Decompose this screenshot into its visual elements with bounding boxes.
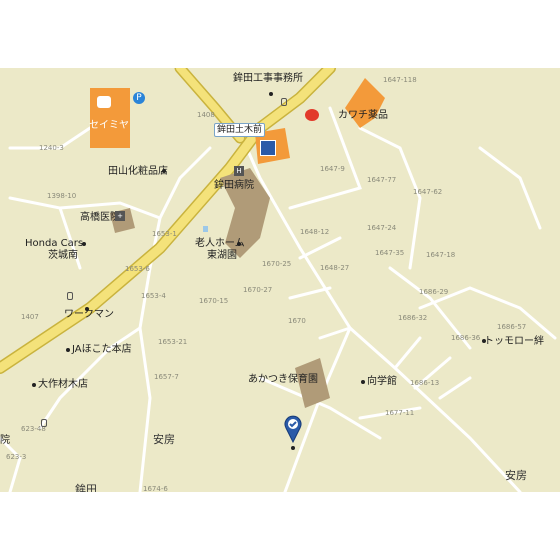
- nursing-home-label-2[interactable]: 東湖園: [207, 250, 237, 262]
- address-1653-21: 1653-21: [158, 338, 188, 346]
- clinic-icon: +: [115, 211, 125, 221]
- address-1686-36: 1686-36: [451, 334, 481, 342]
- poi-dot: [66, 348, 70, 352]
- map-roads: [0, 68, 557, 492]
- poi-dot: [32, 383, 36, 387]
- honda-cars-label[interactable]: Honda Cars: [25, 238, 83, 250]
- address-1653-6: 1653-6: [125, 265, 150, 273]
- address-1670-15: 1670-15: [199, 297, 229, 305]
- poi-dot: [269, 92, 273, 96]
- address-1648-27: 1648-27: [320, 264, 350, 272]
- workman-label[interactable]: ワークマン: [64, 309, 114, 321]
- address-1398-10: 1398-10: [47, 192, 77, 200]
- address-623-3: 623-3: [6, 453, 27, 461]
- address-1686-32: 1686-32: [398, 314, 428, 322]
- hospital-icon: H: [234, 166, 244, 176]
- poi-dot: [162, 169, 166, 173]
- address-1653-1: 1653-1: [152, 230, 177, 238]
- main-road: [0, 68, 336, 374]
- address-1648-12: 1648-12: [300, 228, 330, 236]
- area-yasufusa-2: 安房: [505, 469, 527, 482]
- taguchi-cosme-label[interactable]: 田山化粧品店: [108, 166, 168, 178]
- address-1647-9: 1647-9: [320, 165, 345, 173]
- bank-icon[interactable]: [260, 140, 276, 156]
- address-1408: 1408: [197, 111, 215, 119]
- poi-dot: [361, 380, 365, 384]
- gas-station-icon[interactable]: [305, 109, 319, 121]
- address-1647-35: 1647-35: [375, 249, 405, 257]
- address-1647-18: 1647-18: [426, 251, 456, 259]
- shopping-bag-icon: [97, 96, 111, 112]
- address-1647-62: 1647-62: [413, 188, 443, 196]
- address-1677-11: 1677-11: [385, 409, 415, 417]
- takahashi-clinic-label[interactable]: 高橋医院: [80, 212, 120, 224]
- poi-dot: [291, 446, 295, 450]
- parking-icon[interactable]: P: [133, 92, 145, 104]
- hokota-doboku-label[interactable]: 鉾田工事事務所: [233, 73, 303, 85]
- signal-icon: [67, 292, 73, 300]
- address-1670-27: 1670-27: [243, 286, 273, 294]
- partial-label: 院: [0, 435, 10, 446]
- address-1686-57: 1686-57: [497, 323, 527, 331]
- address-1686-29: 1686-29: [419, 288, 449, 296]
- address-1647-77: 1647-77: [367, 176, 397, 184]
- address-1674-6: 1674-6: [143, 485, 168, 492]
- hokota-hospital-label[interactable]: 鉾田病院: [214, 180, 254, 192]
- honda-cars-sub-label[interactable]: 茨城南: [48, 250, 78, 262]
- address-1670-25: 1670-25: [262, 260, 292, 268]
- ohsaku-label[interactable]: 大作材木店: [38, 379, 88, 391]
- tokkoro-label[interactable]: トッモロー絆: [484, 336, 544, 348]
- hokota-dobokumae-sign[interactable]: 鉾田土木前: [214, 123, 266, 137]
- poi-dot: [237, 242, 241, 246]
- address-1657-7: 1657-7: [154, 373, 179, 381]
- address-1240-3: 1240-3: [39, 144, 64, 152]
- address-1670: 1670: [288, 317, 306, 325]
- kogakkan-label[interactable]: 向学館: [367, 376, 397, 388]
- signal-icon: [281, 98, 287, 106]
- signal-icon: [41, 419, 47, 427]
- address-1647-118: 1647-118: [383, 76, 417, 84]
- address-1647-24: 1647-24: [367, 224, 397, 232]
- map-frame: セイミヤ P カワチ薬品 鉾田工事事務所 鉾田土木前 田山化粧品店 H 鉾田病院…: [0, 0, 560, 560]
- seimiya-label[interactable]: セイミヤ: [89, 116, 129, 131]
- akatsuki-label[interactable]: あかつき保育園: [248, 374, 318, 386]
- poi-dot: [82, 242, 86, 246]
- minor-roads: [0, 106, 557, 492]
- pond: [203, 226, 208, 232]
- address-1686-13: 1686-13: [410, 379, 440, 387]
- area-hokota: 鉾田: [75, 483, 97, 493]
- location-pin-icon[interactable]: [283, 414, 303, 444]
- area-yasufusa-1: 安房: [153, 433, 175, 446]
- poi-dot: [482, 339, 486, 343]
- map-canvas[interactable]: セイミヤ P カワチ薬品 鉾田工事事務所 鉾田土木前 田山化粧品店 H 鉾田病院…: [0, 68, 560, 492]
- address-1653-4: 1653-4: [141, 292, 166, 300]
- kawachi-label[interactable]: カワチ薬品: [338, 110, 388, 122]
- address-1407: 1407: [21, 313, 39, 321]
- ja-label[interactable]: JAほこた本店: [72, 344, 132, 356]
